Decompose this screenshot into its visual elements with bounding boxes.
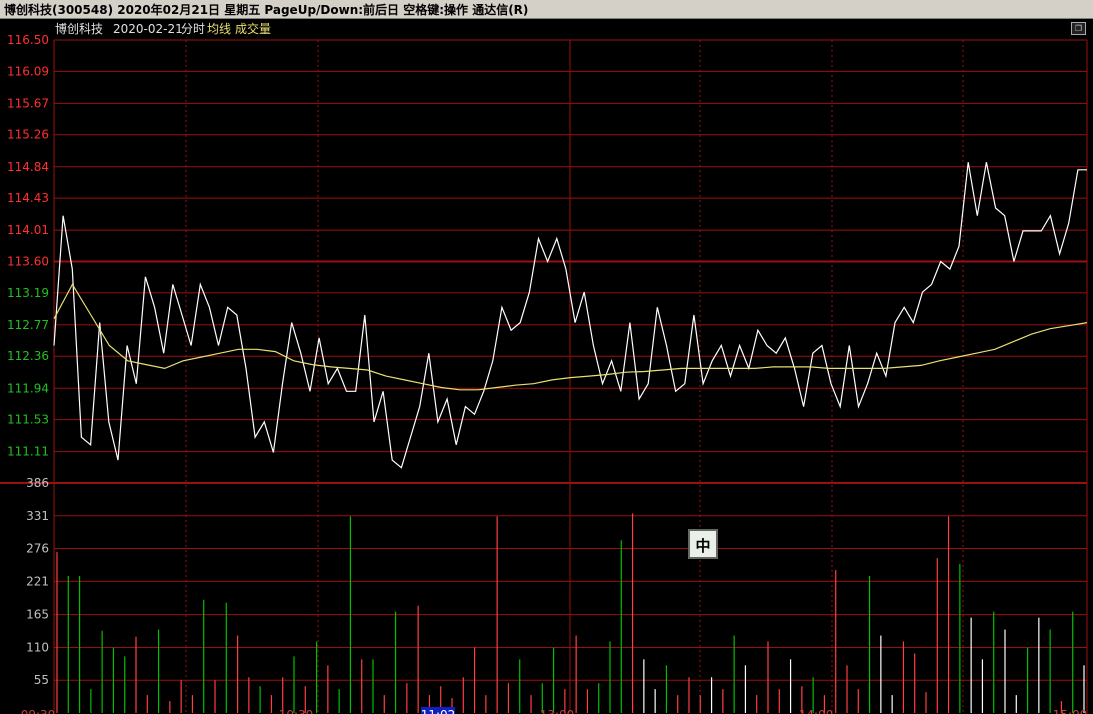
volume-tick-label: 110 [26, 640, 49, 654]
avg-line-legend: 均线 [207, 22, 231, 36]
price-tick-label: 116.50 [7, 33, 49, 47]
volume-tick-label: 55 [34, 673, 49, 687]
time-label: 09:30 [21, 708, 56, 714]
chart-background [0, 19, 1093, 714]
middle-toggle-button[interactable]: 中 [688, 529, 718, 559]
time-label: 11:02 [421, 708, 456, 714]
volume-tick-label: 276 [26, 542, 49, 556]
chart-date: 2020-02-21 [113, 22, 183, 36]
price-tick-label: 111.11 [7, 445, 49, 459]
price-tick-label: 116.09 [7, 64, 49, 78]
price-tick-label: 114.84 [7, 160, 49, 174]
chart-mode: 分时 [181, 22, 205, 36]
chart-header: 博创科技 2020-02-21 分时 均线 成交量 [55, 21, 271, 36]
time-label: 15:00 [1053, 708, 1088, 714]
window-titlebar: 博创科技(300548) 2020年02月21日 星期五 PageUp/Down… [0, 0, 1093, 19]
volume-tick-label: 386 [26, 476, 49, 490]
price-tick-label: 112.77 [7, 318, 49, 332]
price-tick-label: 114.01 [7, 223, 49, 237]
stock-name: 博创科技 [55, 21, 103, 36]
restore-icon[interactable]: ❐ [1071, 22, 1086, 35]
window-title: 博创科技(300548) 2020年02月21日 星期五 PageUp/Down… [4, 3, 529, 17]
price-tick-label: 111.53 [7, 413, 49, 427]
volume-legend: 成交量 [235, 21, 271, 36]
time-label: 13:00 [540, 708, 575, 714]
volume-tick-label: 221 [26, 574, 49, 588]
price-tick-label: 115.67 [7, 96, 49, 110]
volume-tick-label: 165 [26, 608, 49, 622]
intraday-chart[interactable]: 116.50 116.09 115.67 115.26 114.84 114.43 114.… [0, 19, 1093, 714]
price-tick-label: 115.26 [7, 128, 49, 142]
time-label: 14:00 [799, 708, 834, 714]
price-tick-label: 113.19 [7, 286, 49, 300]
volume-tick-label: 331 [26, 509, 49, 523]
time-label: 10:30 [279, 708, 314, 714]
price-tick-label: 114.43 [7, 191, 49, 205]
price-tick-label: 111.94 [7, 381, 49, 395]
price-tick-label: 112.36 [7, 349, 49, 363]
price-tick-label: 113.60 [7, 255, 49, 269]
